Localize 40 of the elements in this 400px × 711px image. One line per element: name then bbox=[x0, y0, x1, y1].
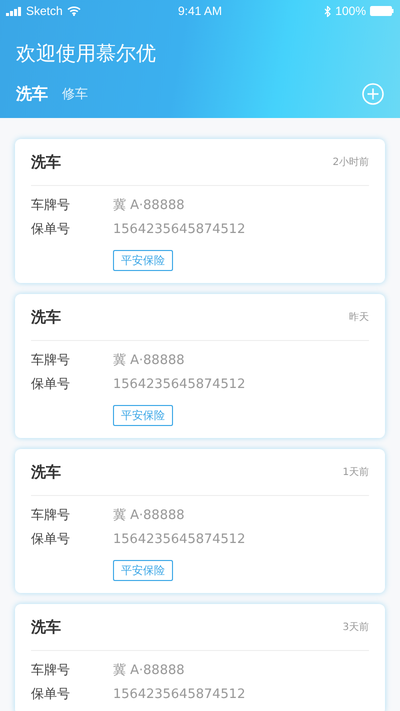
card-title: 洗车 bbox=[31, 152, 61, 172]
card-time: 2小时前 bbox=[332, 156, 369, 169]
card-title: 洗车 bbox=[31, 462, 61, 482]
insurer-tag: 平安保险 bbox=[113, 560, 173, 581]
card-time: 3天前 bbox=[342, 621, 369, 634]
battery-icon bbox=[370, 6, 394, 16]
field-value: 冀 A·88888 bbox=[113, 352, 185, 369]
bluetooth-icon bbox=[324, 6, 332, 16]
field-label: 车牌号 bbox=[31, 352, 71, 369]
field-label: 保单号 bbox=[31, 686, 71, 703]
add-icon[interactable] bbox=[362, 83, 384, 105]
field-label: 保单号 bbox=[31, 221, 71, 238]
field-value: 1564235645874512 bbox=[113, 532, 246, 546]
field-label: 车牌号 bbox=[31, 662, 71, 679]
clock-time: 9:41 AM bbox=[178, 4, 222, 18]
wifi-icon bbox=[66, 6, 81, 16]
field-value: 冀 A·88888 bbox=[113, 197, 185, 214]
record-card[interactable]: 洗车 1天前 车牌号 冀 A·88888 保单号 1564235645874512 平安保险 bbox=[15, 449, 385, 593]
signal-icon bbox=[6, 6, 22, 16]
record-card[interactable]: 洗车 2小时前 车牌号 冀 A·88888 保单号 1564235645874512 平安保险 bbox=[15, 139, 385, 283]
field-value: 1564235645874512 bbox=[113, 686, 246, 702]
record-card[interactable]: 洗车 3天前 车牌号 冀 A·88888 保单号 1564235645874512 bbox=[15, 604, 385, 711]
field-label: 车牌号 bbox=[31, 507, 71, 524]
field-value: 1564235645874512 bbox=[113, 222, 246, 236]
field-label: 车牌号 bbox=[31, 197, 71, 214]
record-card[interactable]: 洗车 昨天 车牌号 冀 A·88888 保单号 1564235645874512 平安保险 bbox=[15, 294, 385, 438]
field-label: 保单号 bbox=[31, 376, 71, 393]
card-title: 洗车 bbox=[31, 618, 61, 636]
field-label: 保单号 bbox=[31, 531, 71, 548]
field-value: 冀 A·88888 bbox=[113, 507, 185, 524]
battery-percent: 100% bbox=[335, 4, 366, 18]
field-value: 1564235645874512 bbox=[113, 376, 246, 392]
carrier-name: Sketch bbox=[26, 4, 63, 18]
field-value: 冀 A·88888 bbox=[113, 662, 185, 679]
insurer-tag: 平安保险 bbox=[113, 405, 173, 426]
card-time: 昨天 bbox=[349, 311, 369, 324]
card-title: 洗车 bbox=[31, 308, 61, 326]
card-time: 1天前 bbox=[342, 466, 369, 479]
page-title: 欢迎使用慕尔优 bbox=[16, 40, 156, 67]
insurer-tag: 平安保险 bbox=[113, 250, 173, 271]
